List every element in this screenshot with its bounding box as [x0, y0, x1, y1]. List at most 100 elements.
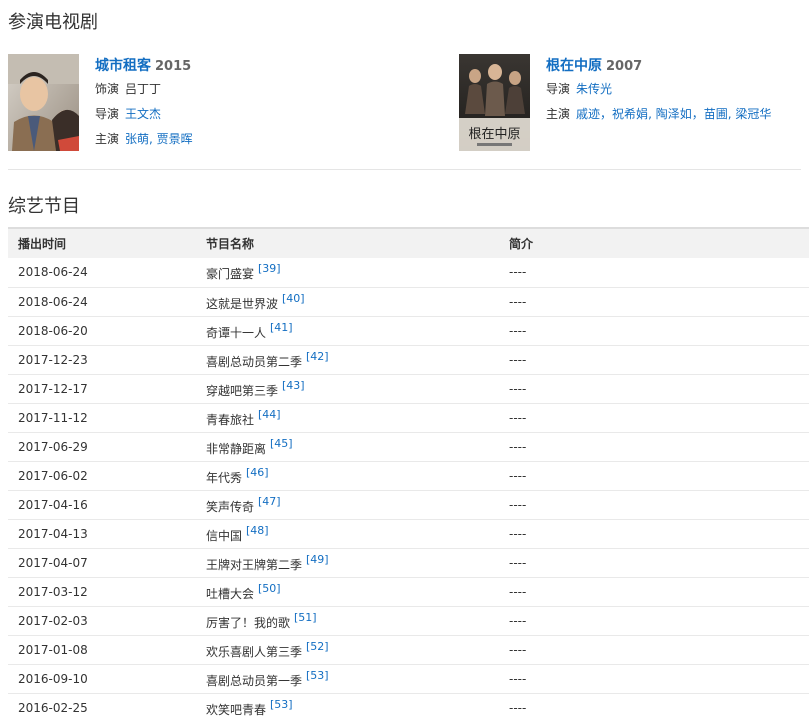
director-link[interactable]: 朱传光	[576, 82, 612, 96]
intro-cell: ----	[497, 490, 809, 520]
cast-link[interactable]: 张萌	[125, 132, 149, 146]
table-row: 2017-04-13 信中国 [48] ----	[8, 519, 809, 549]
role-value: 吕丁丁	[125, 82, 162, 96]
header-intro: 简介	[509, 237, 534, 251]
cast-link[interactable]: 贾景晖	[157, 132, 193, 146]
reference-link[interactable]: [50]	[258, 582, 281, 595]
director-label: 导演	[95, 107, 120, 121]
drama-poster[interactable]: 根在中原	[459, 54, 530, 151]
program-name: 欢笑吧青春	[206, 702, 267, 717]
program-name-cell: 欢笑吧青春 [53]	[195, 693, 497, 722]
cast-link[interactable]: 苗圃	[704, 107, 728, 121]
program-name-cell: 非常静距离 [45]	[195, 432, 497, 462]
reference-link[interactable]: [48]	[246, 524, 269, 537]
intro-cell: ----	[497, 548, 809, 578]
reference-link[interactable]: [49]	[306, 553, 329, 566]
table-row: 2018-06-20 奇谭十一人 [41] ----	[8, 316, 809, 346]
program-name-cell: 王牌对王牌第二季 [49]	[195, 548, 497, 578]
air-date-cell: 2016-02-25	[8, 693, 195, 722]
intro-cell: ----	[497, 432, 809, 462]
drama-year: 2015	[155, 59, 192, 74]
program-name: 喜剧总动员第二季	[206, 354, 303, 369]
air-date-cell: 2017-04-16	[8, 490, 195, 520]
cast-separator: ,	[149, 132, 157, 146]
table-row: 2018-06-24 这就是世界波 [40] ----	[8, 287, 809, 317]
reference-link[interactable]: [51]	[294, 611, 317, 624]
poster-image	[8, 54, 79, 151]
poster-text: 根在中原	[468, 127, 520, 142]
variety-table: 播出时间 节目名称 简介 2018-06-24 豪门盛宴 [39] ---- 2018-…	[8, 227, 809, 722]
header-air-date: 播出时间	[18, 237, 67, 251]
table-row: 2017-02-03 厉害了！我的歌 [51] ----	[8, 606, 809, 636]
drama-title-link[interactable]: 根在中原	[546, 58, 602, 74]
intro-cell: ----	[497, 519, 809, 549]
table-row: 2017-01-08 欢乐喜剧人第三季 [52] ----	[8, 635, 809, 665]
drama-poster[interactable]	[8, 54, 79, 151]
reference-link[interactable]: [46]	[246, 466, 269, 479]
program-name-cell: 喜剧总动员第二季 [42]	[195, 345, 497, 375]
air-date-cell: 2017-01-08	[8, 635, 195, 665]
program-name-cell: 豪门盛宴 [39]	[195, 258, 497, 288]
air-date-cell: 2017-06-02	[8, 461, 195, 491]
intro-cell: ----	[497, 635, 809, 665]
reference-link[interactable]: [39]	[258, 262, 281, 275]
drama-card: 城市租客 2015 饰演 吕丁丁 导演 王文杰 主演 张萌, 贾景晖	[8, 54, 438, 154]
drama-year: 2007	[606, 59, 643, 74]
table-row: 2017-12-17 穿越吧第三季 [43] ----	[8, 374, 809, 404]
drama-cast-row: 主演 戚迹，祝希娟, 陶泽如，苗圃, 梁冠华	[546, 102, 771, 126]
reference-link[interactable]: [42]	[306, 350, 329, 363]
program-name: 信中国	[206, 528, 243, 543]
intro-cell: ----	[497, 316, 809, 346]
table-row: 2017-03-12 吐槽大会 [50] ----	[8, 577, 809, 607]
cast-link[interactable]: 祝希娟	[612, 107, 648, 121]
cast-link[interactable]: 梁冠华	[735, 107, 771, 121]
program-name-cell: 笑声传奇 [47]	[195, 490, 497, 520]
program-name-cell: 欢乐喜剧人第三季 [52]	[195, 635, 497, 665]
reference-link[interactable]: [41]	[270, 321, 293, 334]
intro-cell: ----	[497, 606, 809, 636]
intro-cell: ----	[497, 664, 809, 694]
program-name: 厉害了！我的歌	[206, 615, 291, 630]
table-row: 2017-11-12 青春旅社 [44] ----	[8, 403, 809, 433]
program-name-cell: 喜剧总动员第一季 [53]	[195, 664, 497, 694]
cast-separator: ,	[648, 107, 656, 121]
reference-link[interactable]: [44]	[258, 408, 281, 421]
program-name: 年代秀	[206, 470, 243, 485]
table-row: 2016-02-25 欢笑吧青春 [53] ----	[8, 693, 809, 722]
intro-cell: ----	[497, 577, 809, 607]
reference-link[interactable]: [52]	[306, 640, 329, 653]
cast-link[interactable]: 戚迹	[576, 107, 600, 121]
program-name-cell: 厉害了！我的歌 [51]	[195, 606, 497, 636]
reference-link[interactable]: [53]	[270, 698, 293, 711]
reference-link[interactable]: [43]	[282, 379, 305, 392]
reference-link[interactable]: [40]	[282, 292, 305, 305]
reference-link[interactable]: [47]	[258, 495, 281, 508]
drama-card: 根在中原 根在中原 2007 导演 朱传光 主演 戚迹，祝希娟, 陶泽如，苗圃, 梁冠…	[459, 54, 809, 154]
reference-link[interactable]: [45]	[270, 437, 293, 450]
air-date-cell: 2017-06-29	[8, 432, 195, 462]
program-name: 青春旅社	[206, 412, 255, 427]
reference-link[interactable]: [53]	[306, 669, 329, 682]
air-date-cell: 2016-09-10	[8, 664, 195, 694]
drama-title-link[interactable]: 城市租客	[95, 58, 151, 74]
intro-cell: ----	[497, 345, 809, 375]
director-link[interactable]: 王文杰	[125, 107, 161, 121]
cast-link[interactable]: 陶泽如	[656, 107, 692, 121]
intro-cell: ----	[497, 461, 809, 491]
air-date-cell: 2017-12-17	[8, 374, 195, 404]
section-divider	[8, 169, 801, 170]
air-date-cell: 2017-11-12	[8, 403, 195, 433]
drama-info: 根在中原 2007 导演 朱传光 主演 戚迹，祝希娟, 陶泽如，苗圃, 梁冠华	[546, 56, 771, 126]
tv-section-title: 参演电视剧	[8, 12, 98, 33]
program-name-cell: 穿越吧第三季 [43]	[195, 374, 497, 404]
drama-info: 城市租客 2015 饰演 吕丁丁 导演 王文杰 主演 张萌, 贾景晖	[95, 56, 193, 151]
poster-image: 根在中原	[459, 54, 530, 151]
intro-cell: ----	[497, 403, 809, 433]
program-name: 奇谭十一人	[206, 325, 267, 340]
table-row: 2017-04-16 笑声传奇 [47] ----	[8, 490, 809, 520]
air-date-cell: 2017-02-03	[8, 606, 195, 636]
air-date-cell: 2017-03-12	[8, 577, 195, 607]
table-row: 2018-06-24 豪门盛宴 [39] ----	[8, 258, 809, 288]
program-name: 欢乐喜剧人第三季	[206, 644, 303, 659]
cast-label: 主演	[546, 107, 571, 121]
